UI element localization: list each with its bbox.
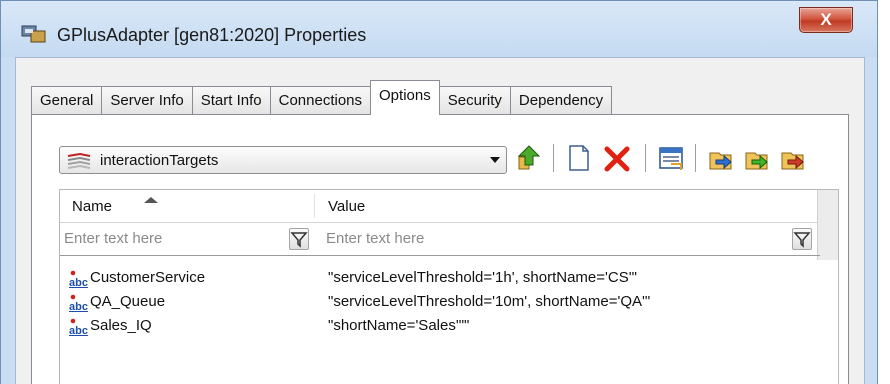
column-header-name[interactable]: Name — [72, 198, 112, 215]
toolbar-separator — [645, 144, 646, 172]
tab-connections[interactable]: Connections — [269, 86, 371, 115]
options-grid: Name Value Enter text here Enter text he… — [59, 189, 839, 384]
sort-ascending-icon — [144, 197, 158, 203]
table-row[interactable]: abc QA_Queue "serviceLevelThreshold='10m… — [60, 290, 820, 314]
grid-corner — [817, 190, 838, 260]
option-name: CustomerService — [90, 269, 206, 286]
option-name: QA_Queue — [90, 293, 166, 310]
import-icon[interactable] — [707, 143, 735, 173]
name-filter-input[interactable]: Enter text here — [60, 227, 314, 251]
name-filter-placeholder: Enter text here — [64, 230, 163, 247]
tab-general[interactable]: General — [31, 86, 102, 115]
filter-row: Enter text here Enter text here — [60, 223, 820, 256]
tab-security[interactable]: Security — [439, 86, 510, 115]
value-filter-placeholder: Enter text here — [326, 230, 425, 247]
export-icon[interactable] — [743, 143, 771, 173]
option-value: "shortName='Sales'"" — [328, 317, 470, 334]
value-filter-button[interactable] — [792, 228, 812, 250]
delete-icon[interactable] — [603, 143, 631, 173]
tab-dependency[interactable]: Dependency — [509, 86, 613, 115]
adapter-app-icon — [21, 23, 47, 45]
title-bar[interactable]: GPlusAdapter [gen81:2020] Properties X — [1, 1, 877, 57]
up-folder-icon[interactable] — [515, 143, 543, 173]
name-filter-button[interactable] — [289, 228, 309, 250]
tab-options[interactable]: Options — [370, 80, 440, 115]
window-title: GPlusAdapter [gen81:2020] Properties — [57, 25, 367, 45]
table-row[interactable]: abc Sales_IQ "shortName='Sales'"" — [60, 314, 820, 338]
option-value: "serviceLevelThreshold='1h', shortName='… — [328, 269, 637, 286]
close-button[interactable]: X — [799, 7, 853, 33]
close-icon: X — [820, 10, 832, 29]
tab-strip: General Server Info Start Info Connectio… — [31, 80, 613, 115]
toolbar-separator — [553, 144, 554, 172]
section-dropdown[interactable]: interactionTargets — [59, 146, 507, 174]
properties-window: GPlusAdapter [gen81:2020] Properties X G… — [0, 0, 878, 384]
string-option-icon: abc — [69, 294, 89, 313]
svg-text:abc: abc — [69, 277, 88, 288]
section-dropdown-value: interactionTargets — [100, 152, 219, 169]
tab-server-info[interactable]: Server Info — [101, 86, 192, 115]
value-filter-input[interactable]: Enter text here — [322, 227, 792, 251]
table-row[interactable]: abc CustomerService "serviceLevelThresho… — [60, 266, 820, 290]
section-list-icon — [66, 152, 92, 169]
svg-text:abc: abc — [69, 325, 88, 336]
option-value: "serviceLevelThreshold='10m', shortName=… — [328, 293, 651, 310]
grid-header: Name Value — [60, 190, 820, 223]
export-all-icon[interactable] — [779, 143, 807, 173]
chevron-down-icon[interactable] — [490, 157, 500, 163]
column-header-value[interactable]: Value — [328, 198, 365, 215]
svg-text:abc: abc — [69, 301, 88, 312]
column-divider[interactable] — [314, 194, 315, 218]
string-option-icon: abc — [69, 318, 89, 337]
string-option-icon: abc — [69, 270, 89, 289]
toolbar-separator — [695, 144, 696, 172]
new-item-icon[interactable] — [565, 143, 593, 173]
properties-icon[interactable] — [657, 143, 685, 173]
filter-icon — [290, 232, 308, 248]
tab-start-info[interactable]: Start Info — [191, 86, 270, 115]
option-name: Sales_IQ — [90, 317, 152, 334]
filter-icon — [793, 232, 811, 248]
